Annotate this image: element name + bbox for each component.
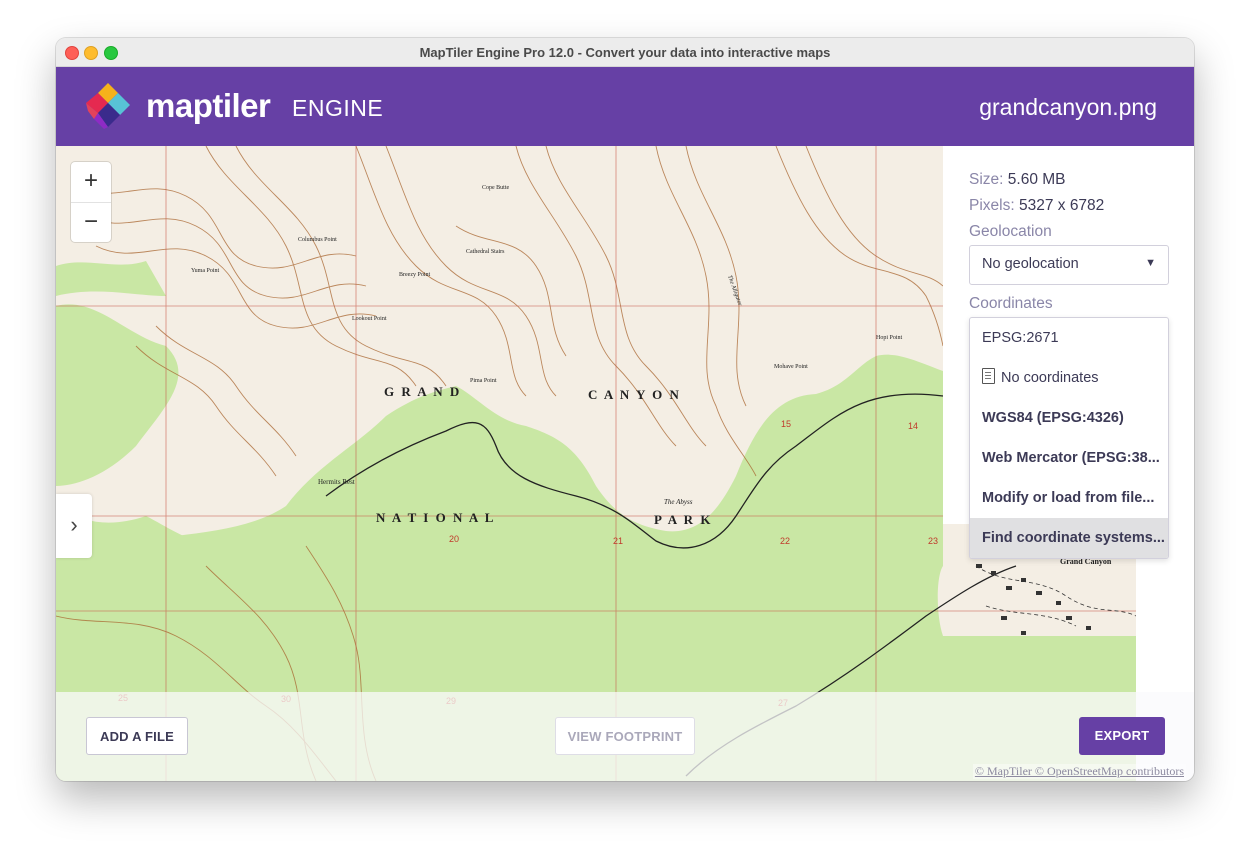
dropdown-arrow-icon: ▼ xyxy=(1145,257,1156,269)
coordinate-option-none-label: No coordinates xyxy=(1001,370,1099,386)
map-label-canyon: C A N Y O N xyxy=(588,387,681,402)
size-label: Size: xyxy=(969,171,1004,188)
zoom-out-icon[interactable]: − xyxy=(71,203,111,243)
coordinates-dropdown[interactable]: EPSG:2671 No coordinates WGS84 (EPSG:432… xyxy=(969,317,1169,559)
map-label-hopi-point: Hopi Point xyxy=(876,335,903,341)
section-number: 23 xyxy=(928,536,938,546)
coordinate-option-none[interactable]: No coordinates xyxy=(970,358,1168,398)
bottom-toolbar: ADD A FILE VIEW FOOTPRINT EXPORT © MapTi… xyxy=(56,692,1194,781)
map-label-grand: G R A N D xyxy=(384,384,461,399)
section-number: 22 xyxy=(780,536,790,546)
coordinate-option-web-mercator[interactable]: Web Mercator (EPSG:38... xyxy=(970,438,1168,478)
section-number: 15 xyxy=(781,419,791,429)
map-label-cope-butte: Cope Butte xyxy=(482,185,510,191)
size-row: Size: 5.60 MB xyxy=(969,171,1066,189)
size-value: 5.60 MB xyxy=(1007,171,1066,188)
logo-engine-label: ENGINE xyxy=(292,95,384,121)
map-label-the-abyss: The Abyss xyxy=(664,498,693,506)
geolocation-select[interactable]: No geolocation ▼ xyxy=(969,245,1169,285)
coordinates-label: Coordinates xyxy=(969,295,1053,312)
add-file-button[interactable]: ADD A FILE xyxy=(86,717,188,755)
pixels-row: Pixels: 5327 x 6782 xyxy=(969,197,1104,215)
map-label-national: N A T I O N A L xyxy=(376,510,495,525)
map-label-cathedral-stairs: Cathedral Stairs xyxy=(466,249,505,255)
logo-wordmark: maptiler xyxy=(146,87,271,124)
section-number: 20 xyxy=(449,534,459,544)
map-label-mohave-point: Mohave Point xyxy=(774,364,808,370)
section-number: 14 xyxy=(908,421,918,431)
zoom-control: + − xyxy=(71,162,111,242)
map-label-yuma-point: Yuma Point xyxy=(191,268,220,274)
map-label-park: P A R K xyxy=(654,512,712,527)
geolocation-selected-value: No geolocation xyxy=(982,256,1079,272)
file-name: grandcanyon.png xyxy=(979,94,1157,120)
map-label-pima-point: Pima Point xyxy=(470,378,497,384)
section-number: 21 xyxy=(613,536,623,546)
map-label-breezy-point: Breezy Point xyxy=(399,272,430,278)
maptiler-logo-icon xyxy=(86,83,130,129)
coordinate-option-find[interactable]: Find coordinate systems... xyxy=(970,518,1168,558)
geolocation-label: Geolocation xyxy=(969,223,1052,240)
map-label-columbus-point: Columbus Point xyxy=(298,237,337,243)
chevron-right-icon[interactable]: › xyxy=(56,494,92,558)
map-attribution-link[interactable]: © MapTiler © OpenStreetMap contributors xyxy=(972,764,1186,779)
window-title: MapTiler Engine Pro 12.0 - Convert your … xyxy=(419,45,831,60)
document-icon xyxy=(982,368,995,384)
zoom-in-icon[interactable]: + xyxy=(71,162,111,203)
coordinate-option-modify-load[interactable]: Modify or load from file... xyxy=(970,478,1168,518)
export-button[interactable]: EXPORT xyxy=(1079,717,1165,755)
coordinate-option-epsg2671[interactable]: EPSG:2671 xyxy=(970,318,1168,358)
app-header: maptiler ENGINE grandcanyon.png xyxy=(56,67,1194,146)
view-footprint-button[interactable]: VIEW FOOTPRINT xyxy=(555,717,695,755)
pixels-label: Pixels: xyxy=(969,197,1015,214)
coordinate-option-wgs84[interactable]: WGS84 (EPSG:4326) xyxy=(970,398,1168,438)
title-bar: MapTiler Engine Pro 12.0 - Convert your … xyxy=(56,38,1194,67)
map-label-hermits-rest: Hermits Rest xyxy=(318,478,355,486)
pixels-value: 5327 x 6782 xyxy=(1018,197,1105,214)
map-label-lookout-point: Lookout Point xyxy=(352,316,387,322)
